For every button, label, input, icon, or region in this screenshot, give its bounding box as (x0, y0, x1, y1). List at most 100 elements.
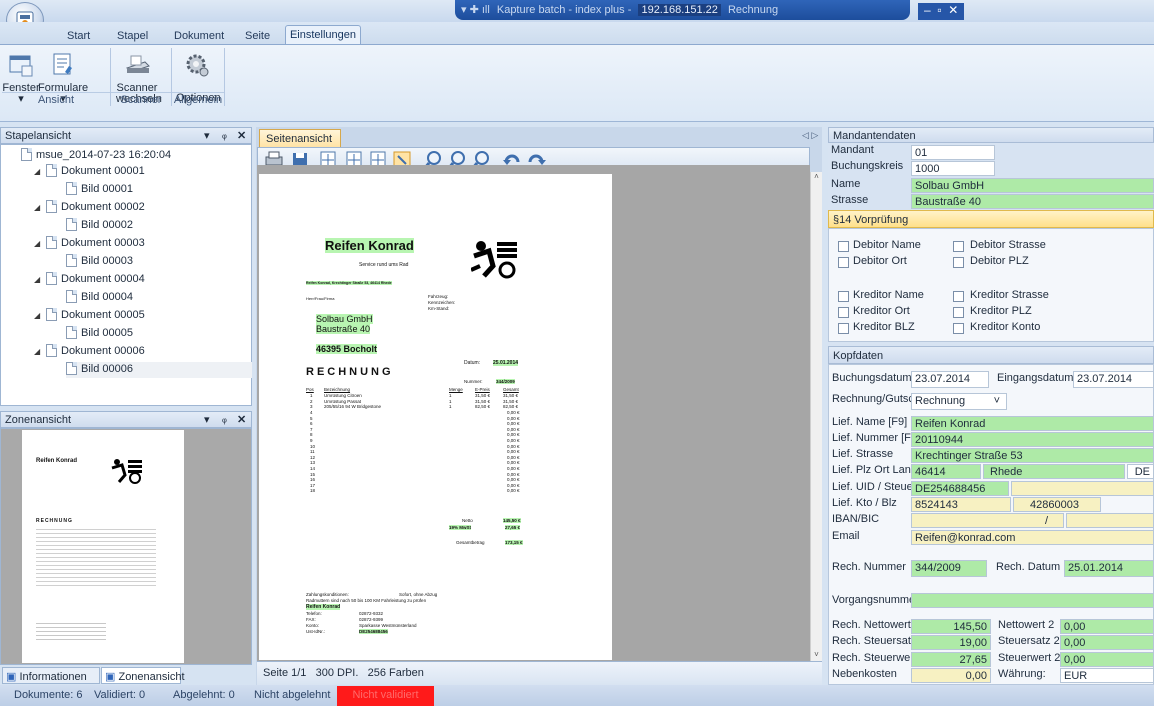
vorgangsnummer-field[interactable] (911, 593, 1154, 608)
checkbox[interactable] (953, 257, 964, 268)
tab-dokument[interactable]: Dokument (174, 30, 224, 42)
buchungskreis-field[interactable]: 1000 (911, 161, 995, 176)
invoice-pos: 14 (310, 466, 316, 471)
expand-arrow-icon[interactable]: ◢ (34, 203, 46, 212)
lief-land-field[interactable]: DE (1127, 464, 1154, 479)
tree-dokument[interactable]: ◢ Dokument 00001 (34, 164, 145, 180)
rech-steuerwert-field[interactable]: 27,65 (911, 652, 991, 667)
checkbox[interactable] (953, 291, 964, 302)
close-icon[interactable]: ✕ (237, 413, 246, 426)
quick-access-icon[interactable]: ▾ ✚ ıll (461, 4, 490, 16)
dropdown-icon[interactable]: ▾ (204, 129, 210, 142)
close-icon[interactable]: ✕ (237, 129, 246, 142)
lief-uid-field[interactable]: DE254688456 (911, 481, 1009, 496)
invoice-pos: 17 (310, 482, 316, 488)
tab-start[interactable]: Start (67, 30, 90, 42)
expand-arrow-icon[interactable]: ◢ (34, 167, 46, 176)
nebenkosten-field[interactable]: 0,00 (911, 668, 991, 683)
invoice-zero-cell: 0,00 € (507, 477, 520, 483)
expand-arrow-icon[interactable]: ◢ (34, 239, 46, 248)
status-validiert: Validiert: 0 (94, 689, 146, 701)
steuerwert2-field[interactable]: 0,00 (1060, 652, 1154, 667)
lief-blz-field[interactable]: 42860003 (1013, 497, 1101, 512)
pin-icon[interactable]: ᵩ (222, 413, 227, 425)
checkbox[interactable] (838, 323, 849, 334)
tree-root[interactable]: msue_2014-07-23 16:20:04 (21, 148, 171, 164)
invoice-cell: 1 (449, 398, 452, 404)
zone-thumbnail[interactable]: Reifen Konrad RECHNUNG (22, 430, 184, 663)
lief-name-field[interactable]: Reifen Konrad (911, 416, 1154, 431)
tree-bild[interactable]: Bild 00004 (66, 290, 133, 306)
rech-datum-field[interactable]: 25.01.2014 (1064, 560, 1154, 577)
waehrung-field[interactable]: EUR (1060, 668, 1154, 683)
invoice-zero-cell: 0,00 € (507, 488, 520, 494)
checkbox[interactable] (953, 241, 964, 252)
mandant-name-field[interactable]: Solbau GmbH (911, 178, 1154, 193)
tab-zonenansicht[interactable]: ▣ Zonenansicht (101, 667, 185, 684)
bic-field[interactable] (1066, 513, 1154, 528)
scroll-down-icon[interactable]: ˅ (811, 650, 822, 659)
invoice-column-header: Pos (306, 387, 314, 392)
ribbon-panel (0, 44, 1154, 122)
expand-arrow-icon[interactable]: ◢ (34, 311, 46, 320)
scroll-up-icon[interactable]: ˄ (811, 172, 822, 181)
tree-dokument[interactable]: ◢ Dokument 00003 (34, 236, 145, 252)
tree-bild[interactable]: Bild 00005 (66, 326, 133, 342)
steuersatz2-field[interactable]: 0,00 (1060, 635, 1154, 650)
eingangsdatum-field[interactable]: 23.07.2014 (1073, 371, 1154, 388)
tire-logo-icon (471, 241, 517, 279)
dropdown-icon[interactable]: ▾ (204, 413, 210, 426)
lief-ort-field[interactable]: Rhede (983, 464, 1125, 479)
tab-informationen[interactable]: ▣ Informationen (2, 667, 100, 684)
image-file-icon (66, 362, 77, 375)
nettowert2-field[interactable]: 0,00 (1060, 619, 1154, 634)
invoice-pos: 16 (310, 477, 316, 483)
tab-seitenansicht[interactable]: Seitenansicht (259, 129, 341, 147)
rechnung-gutschrift-select[interactable]: Rechnung ˅ (911, 393, 1007, 410)
tree-dokument[interactable]: ◢ Dokument 00006 (34, 344, 145, 360)
lief-konto-field[interactable]: 8524143 (911, 497, 1011, 512)
email-field[interactable]: Reifen@konrad.com (911, 530, 1154, 545)
rech-nummer-field[interactable]: 344/2009 (911, 560, 987, 577)
tree-bild[interactable]: Bild 00001 (66, 182, 133, 198)
panel-nav-arrows[interactable]: ◁ ▷ (802, 130, 818, 141)
vertical-scrollbar[interactable]: ˄ ˅ (810, 172, 822, 661)
pin-icon[interactable]: ᵩ (222, 129, 227, 141)
checkbox[interactable] (953, 307, 964, 318)
tree-bild[interactable]: Bild 00006 (66, 362, 252, 378)
checkbox[interactable] (953, 323, 964, 334)
image-file-icon (66, 182, 77, 195)
tab-stapel[interactable]: Stapel (117, 30, 148, 42)
status-dokumente: Dokumente: 6 (14, 689, 83, 701)
expand-arrow-icon[interactable]: ◢ (34, 347, 46, 356)
tree-dokument[interactable]: ◢ Dokument 00005 (34, 308, 145, 324)
minimize-button[interactable]: – (924, 3, 931, 17)
rech-nettowert-field[interactable]: 145,50 (911, 619, 991, 634)
maximize-button[interactable]: ▫ (937, 3, 941, 17)
mandant-field[interactable]: 01 (911, 145, 995, 160)
buchungsdatum-field[interactable]: 23.07.2014 (911, 371, 989, 388)
tab-einstellungen[interactable]: Einstellungen (285, 25, 361, 44)
lief-plz-field[interactable]: 46414 (911, 464, 981, 479)
status-nicht-abgelehnt: Nicht abgelehnt (254, 689, 331, 701)
footer-label: FAX: (306, 617, 316, 622)
expand-arrow-icon[interactable]: ◢ (34, 275, 46, 284)
rech-steuersatz-field[interactable]: 19,00 (911, 635, 991, 650)
lief-steuernr-field[interactable] (1011, 481, 1154, 496)
checkbox[interactable] (838, 241, 849, 252)
tab-seite[interactable]: Seite (245, 30, 270, 42)
tree-bild[interactable]: Bild 00003 (66, 254, 133, 270)
checkbox[interactable] (838, 257, 849, 268)
iban-field[interactable]: / (911, 513, 1064, 528)
lief-strasse-field[interactable]: Krechtinger Straße 53 (911, 448, 1154, 463)
tree-bild[interactable]: Bild 00002 (66, 218, 133, 234)
tree-dokument[interactable]: ◢ Dokument 00004 (34, 272, 145, 288)
invoice-page: Reifen Konrad Service rund ums Rad Reife… (259, 174, 612, 660)
checkbox[interactable] (838, 307, 849, 318)
checkbox[interactable] (838, 291, 849, 302)
lief-nummer-field[interactable]: 20110944 (911, 432, 1154, 447)
gear-icon (186, 54, 209, 77)
close-button[interactable]: ✕ (948, 3, 958, 17)
tree-dokument[interactable]: ◢ Dokument 00002 (34, 200, 145, 216)
mandant-strasse-field[interactable]: Baustraße 40 (911, 194, 1154, 209)
